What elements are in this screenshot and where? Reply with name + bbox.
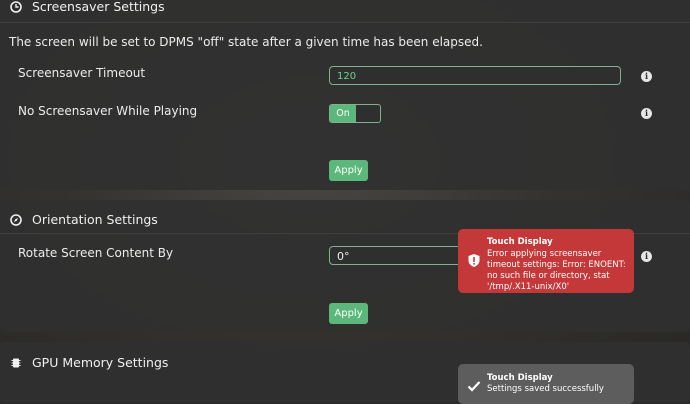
error-toast-title: Touch Display <box>487 237 553 247</box>
screensaver-title: Screensaver Settings <box>32 0 165 14</box>
screensaver-divider <box>0 22 690 23</box>
orientation-title: Orientation Settings <box>32 212 158 227</box>
orientation-header: Orientation Settings <box>10 212 158 227</box>
error-toast[interactable]: Touch Display Error applying screensaver… <box>458 229 634 293</box>
success-toast-title: Touch Display <box>487 373 553 383</box>
check-icon <box>467 377 481 396</box>
screensaver-timeout-input[interactable]: 120 <box>329 66 621 85</box>
info-icon[interactable]: i <box>641 71 652 82</box>
toggle-on-label: On <box>330 105 356 122</box>
info-icon[interactable]: i <box>641 251 652 262</box>
screensaver-apply-button[interactable]: Apply <box>329 160 368 181</box>
error-toast-message: Error applying screensaver timeout setti… <box>487 249 626 292</box>
screensaver-header: Screensaver Settings <box>10 0 165 14</box>
gpu-header: GPU Memory Settings <box>10 355 168 370</box>
success-toast[interactable]: Touch Display Settings saved successfull… <box>458 364 634 404</box>
orientation-apply-button[interactable]: Apply <box>329 303 368 324</box>
shield-alert-icon <box>467 253 481 272</box>
screensaver-panel: Screensaver Settings The screen will be … <box>0 0 690 190</box>
screensaver-timeout-label: Screensaver Timeout <box>18 66 146 80</box>
clock-icon <box>10 0 22 13</box>
no-screensaver-label: No Screensaver While Playing <box>18 104 198 118</box>
screensaver-description: The screen will be set to DPMS "off" sta… <box>9 35 483 49</box>
rotate-label: Rotate Screen Content By <box>18 246 174 260</box>
no-screensaver-toggle[interactable]: On <box>329 104 381 123</box>
success-toast-message: Settings saved successfully <box>487 384 604 394</box>
chip-icon <box>10 357 22 369</box>
compass-icon <box>10 213 22 226</box>
info-icon[interactable]: i <box>641 108 652 119</box>
gpu-title: GPU Memory Settings <box>32 355 169 370</box>
